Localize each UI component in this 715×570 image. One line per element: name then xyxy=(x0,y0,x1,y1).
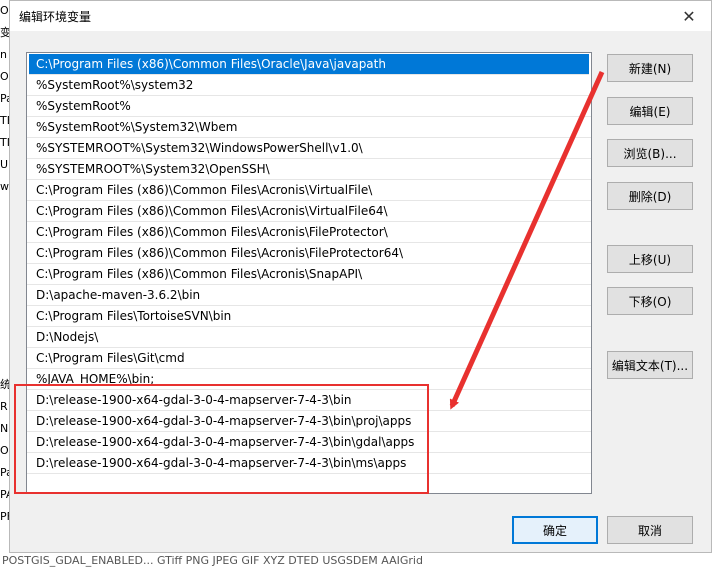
title-bar: 编辑环境变量 ✕ xyxy=(10,1,711,31)
path-list-item[interactable]: %SystemRoot% xyxy=(27,96,591,117)
path-list-item[interactable]: C:\Program Files\TortoiseSVN\bin xyxy=(27,306,591,327)
path-list-item[interactable]: C:\Program Files (x86)\Common Files\Acro… xyxy=(27,264,591,285)
edit-environment-variable-dialog: 编辑环境变量 ✕ C:\Program Files (x86)\Common F… xyxy=(9,0,712,553)
path-list-item[interactable]: %SYSTEMROOT%\System32\OpenSSH\ xyxy=(27,159,591,180)
path-list-item[interactable]: C:\Program Files (x86)\Common Files\Acro… xyxy=(27,201,591,222)
browse-button[interactable]: 浏览(B)... xyxy=(607,139,693,167)
close-button[interactable]: ✕ xyxy=(667,1,711,31)
cancel-button[interactable]: 取消 xyxy=(607,516,693,544)
path-list-item[interactable]: D:\release-1900-x64-gdal-3-0-4-mapserver… xyxy=(27,453,591,474)
path-list-item[interactable]: D:\release-1900-x64-gdal-3-0-4-mapserver… xyxy=(27,390,591,411)
path-list-item[interactable]: %SYSTEMROOT%\System32\WindowsPowerShell\… xyxy=(27,138,591,159)
path-list-item[interactable]: C:\Program Files (x86)\Common Files\Acro… xyxy=(27,222,591,243)
move-up-button[interactable]: 上移(U) xyxy=(607,245,693,273)
path-list-item[interactable]: C:\Program Files\Git\cmd xyxy=(27,348,591,369)
path-list-item[interactable]: %SystemRoot%\system32 xyxy=(27,75,591,96)
path-list-item[interactable]: C:\Program Files (x86)\Common Files\Orac… xyxy=(29,54,589,75)
path-list-item[interactable]: C:\Program Files (x86)\Common Files\Acro… xyxy=(27,180,591,201)
background-window-bottom-text: POSTGIS_GDAL_ENABLED... GTiff PNG JPEG G… xyxy=(0,552,715,570)
path-list-item[interactable]: D:\Nodejs\ xyxy=(27,327,591,348)
edit-button[interactable]: 编辑(E) xyxy=(607,97,693,125)
new-button[interactable]: 新建(N) xyxy=(607,54,693,82)
edit-text-button[interactable]: 编辑文本(T)... xyxy=(607,351,693,379)
path-list-item[interactable]: %JAVA_HOME%\bin; xyxy=(27,369,591,390)
path-list-item[interactable]: C:\Program Files (x86)\Common Files\Acro… xyxy=(27,243,591,264)
path-list[interactable]: C:\Program Files (x86)\Common Files\Orac… xyxy=(26,52,592,494)
delete-button[interactable]: 删除(D) xyxy=(607,182,693,210)
path-list-item[interactable]: D:\release-1900-x64-gdal-3-0-4-mapserver… xyxy=(27,411,591,432)
close-icon: ✕ xyxy=(682,6,696,26)
move-down-button[interactable]: 下移(O) xyxy=(607,287,693,315)
dialog-title: 编辑环境变量 xyxy=(19,10,92,24)
path-list-item[interactable]: D:\apache-maven-3.6.2\bin xyxy=(27,285,591,306)
path-list-item[interactable]: D:\release-1900-x64-gdal-3-0-4-mapserver… xyxy=(27,432,591,453)
path-list-item[interactable]: %SystemRoot%\System32\Wbem xyxy=(27,117,591,138)
ok-button[interactable]: 确定 xyxy=(512,516,598,544)
